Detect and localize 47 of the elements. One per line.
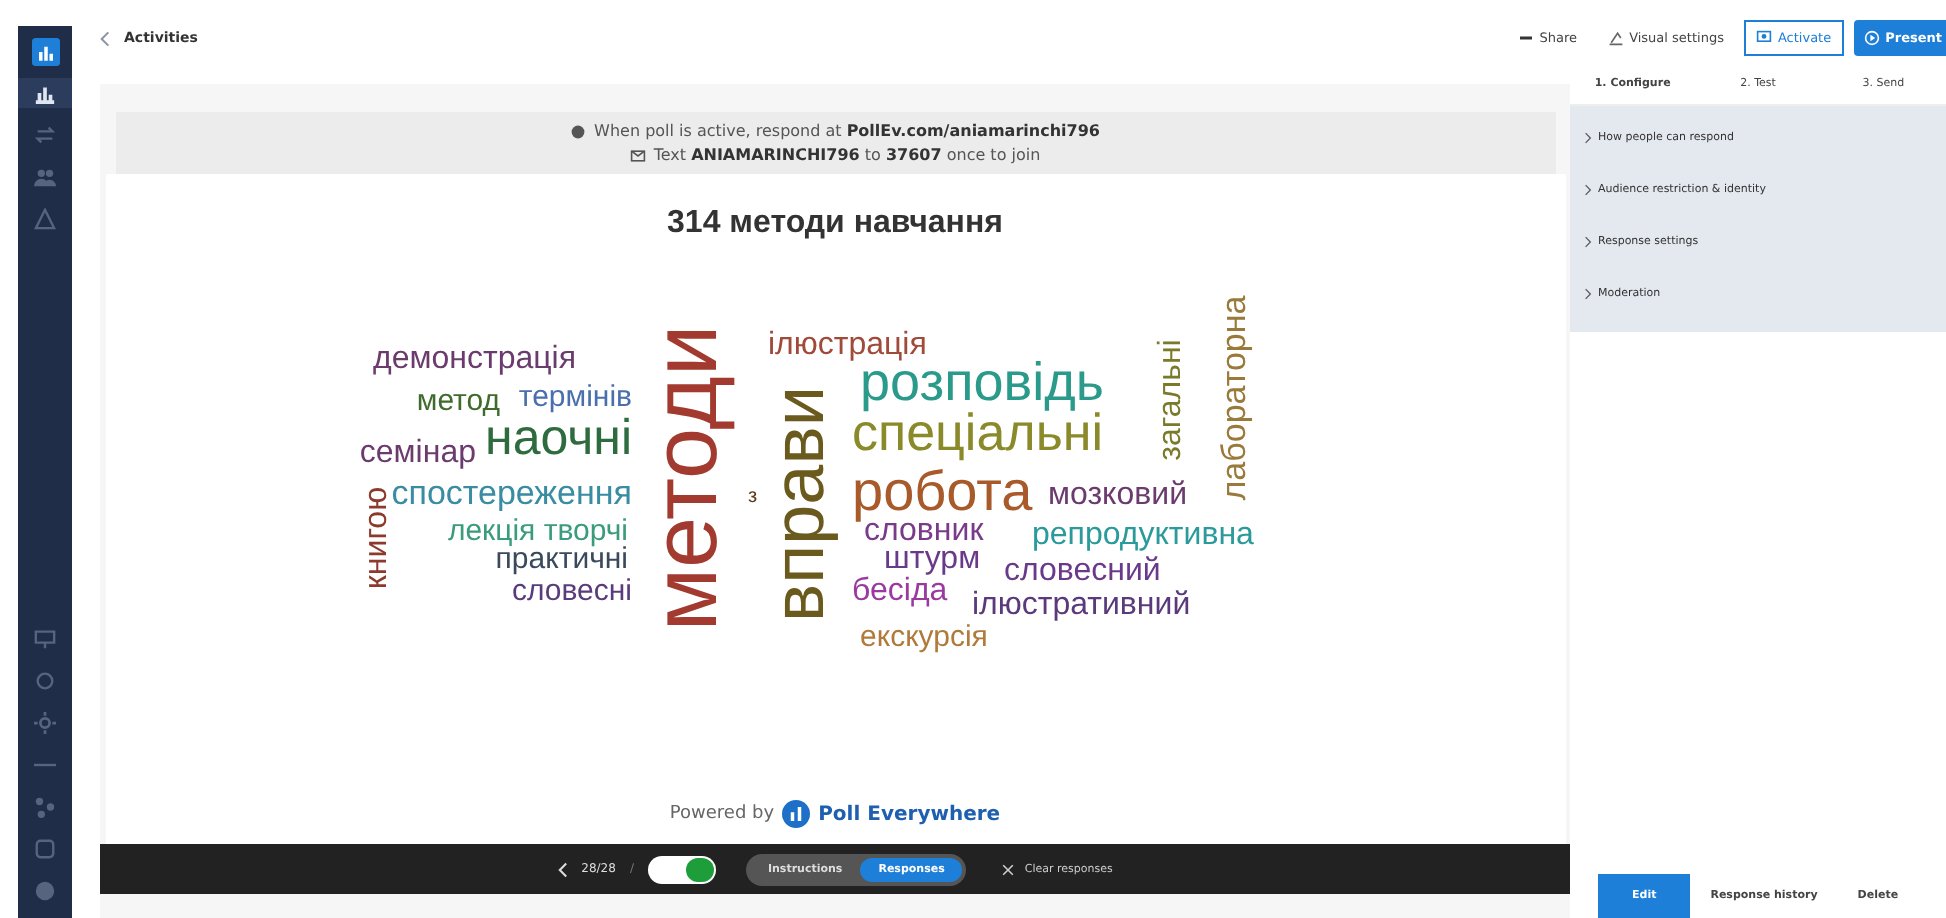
people-icon[interactable] (34, 166, 56, 188)
cloud-word: лекція творчі (446, 514, 627, 548)
cloud-word: демонстрація (372, 342, 575, 376)
cloud-word: методи (631, 324, 736, 632)
settings-icon[interactable] (34, 712, 56, 734)
message-icon (629, 147, 646, 163)
cloud-word: термінів (517, 380, 631, 414)
cloud-word: вправи (756, 386, 839, 622)
cloud-word: словесні (510, 574, 631, 608)
cloud-word: словесний (1003, 554, 1160, 588)
logo-icon[interactable] (31, 38, 59, 66)
web-instructions: When poll is active, respond at PollEv.com/aniamarinchi796 (594, 122, 1100, 140)
cloud-word: з (747, 486, 757, 508)
chevron-right-icon (1584, 288, 1592, 300)
cloud-word: штурм (883, 542, 980, 576)
cloud-word: репродуктивна (1031, 518, 1253, 552)
cloud-word: книгою (359, 486, 394, 590)
nodes-icon[interactable] (34, 796, 56, 818)
chevron-right-icon (1584, 184, 1592, 196)
logo-icon (782, 800, 811, 828)
brand-name: Poll Everywhere (818, 803, 1001, 825)
chevron-right-icon (1584, 132, 1592, 144)
cloud-word: ілюстративний (971, 588, 1190, 622)
triangle-icon[interactable] (34, 208, 56, 230)
circle-icon[interactable] (34, 670, 56, 692)
bar-chart-icon[interactable] (34, 82, 56, 104)
chevron-left-icon (100, 29, 110, 47)
cloud-word: екскурсія (859, 620, 987, 654)
cloud-word: лабораторна (1213, 295, 1252, 501)
cloud-word: загальні (1153, 339, 1188, 461)
cloud-word: спостереження (390, 474, 631, 512)
cloud-word: семінар (358, 436, 475, 470)
poll-title: 314 методи навчання (667, 206, 1003, 242)
previous-icon[interactable] (557, 861, 568, 877)
cloud-word: мозковий (1047, 478, 1187, 512)
arrows-icon[interactable] (34, 124, 56, 146)
circle-icon[interactable] (34, 880, 56, 902)
powered-by-label: Powered by (669, 804, 775, 824)
play-icon (1863, 30, 1880, 46)
presentation-icon[interactable] (34, 628, 56, 650)
chevron-right-icon (1584, 236, 1592, 248)
toggle-switch[interactable] (647, 855, 716, 883)
cloud-word: бесіда (851, 574, 947, 608)
text-instructions: Text ANIAMARINCHI796 to 37607 once to join (653, 146, 1041, 164)
close-icon (1000, 861, 1017, 877)
screen-icon (1755, 30, 1772, 46)
square-icon[interactable] (34, 838, 56, 860)
